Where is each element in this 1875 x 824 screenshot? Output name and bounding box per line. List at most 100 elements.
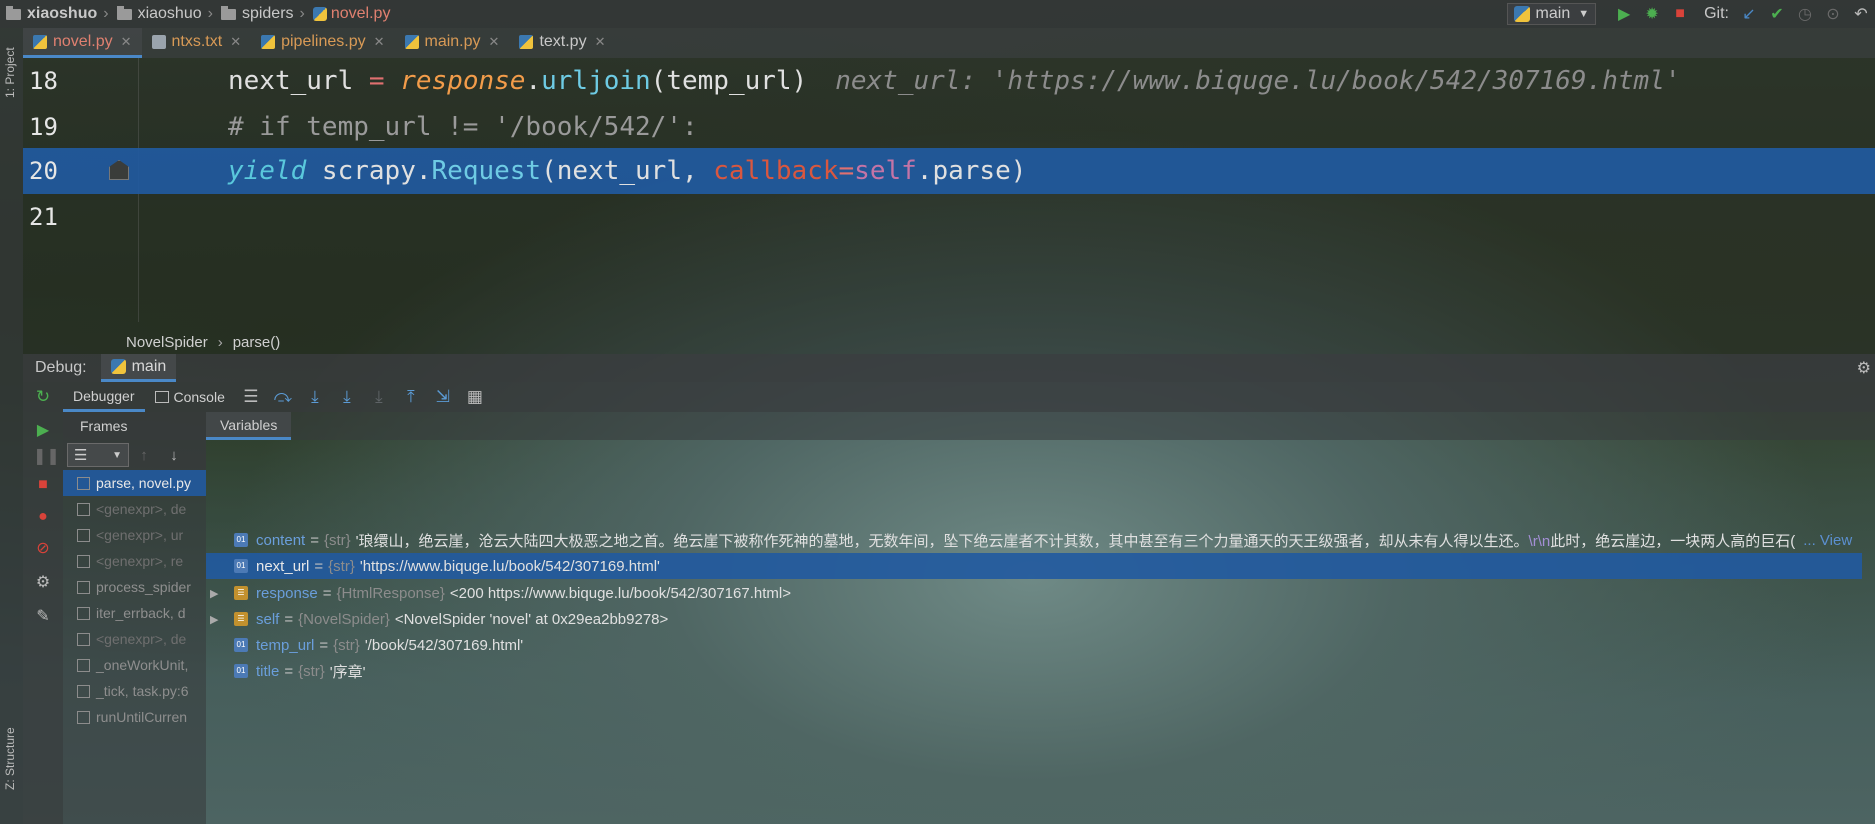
- gear-icon[interactable]: ⚙: [33, 572, 53, 592]
- code-line-19[interactable]: 19 # if temp_url != '/book/542/':: [23, 104, 1875, 150]
- close-icon[interactable]: ✕: [121, 34, 132, 50]
- line-number: 18: [29, 67, 58, 95]
- variables-header: Variables: [206, 412, 1875, 440]
- thread-selector[interactable]: ☰ ▼: [67, 443, 129, 467]
- breadcrumb-subfolder[interactable]: spiders: [215, 5, 298, 23]
- python-file-icon: [261, 34, 276, 49]
- tab-variables[interactable]: Variables: [206, 412, 292, 440]
- structure-method[interactable]: parse(): [233, 334, 281, 351]
- tab-main-py[interactable]: main.py ✕: [395, 28, 510, 58]
- git-compare-icon[interactable]: ⊙: [1819, 4, 1847, 24]
- gear-icon[interactable]: ⚙: [1857, 358, 1871, 378]
- structure-class[interactable]: NovelSpider: [126, 334, 208, 351]
- force-step-into-icon[interactable]: ⤓: [363, 387, 395, 407]
- code-editor[interactable]: 18 next_url = response.urljoin(temp_url)…: [23, 58, 1875, 354]
- structure-tool-window-button[interactable]: Z: Structure: [3, 727, 17, 790]
- chevron-down-icon: ▼: [1578, 8, 1590, 20]
- breadcrumb-file[interactable]: novel.py: [307, 5, 395, 23]
- mute-breakpoints-icon[interactable]: ⊘: [33, 538, 53, 558]
- toolbar-right: main ▼ ▶ ✹ ■ Git: ↙ ✔ ◷ ⊙ ↶: [1506, 0, 1875, 28]
- frame-item[interactable]: <genexpr>, de: [63, 496, 206, 522]
- variable-row[interactable]: 01 content = {str} '琅缳山，绝云崖，沧云大陆四大极恶之地之首…: [206, 527, 1862, 553]
- frame-item[interactable]: iter_errback, d: [63, 600, 206, 626]
- debugger-toolbar: ↻ Debugger Console ☰ ⤼ ⤓ ⤓ ⤓ ⤒ ⇲ ▦: [23, 382, 1875, 412]
- rerun-icon[interactable]: ↻: [23, 387, 63, 407]
- frame-icon: [77, 658, 90, 672]
- frame-item[interactable]: process_spider: [63, 574, 206, 600]
- python-file-icon: [404, 34, 419, 49]
- python-file-icon: [33, 34, 47, 49]
- git-rollback-icon[interactable]: ↶: [1847, 4, 1875, 24]
- close-icon[interactable]: ✕: [489, 34, 500, 50]
- close-icon[interactable]: ✕: [230, 34, 241, 50]
- resume-icon[interactable]: ▶: [33, 420, 53, 440]
- step-into-my-code-icon[interactable]: ⤓: [331, 387, 363, 407]
- git-update-icon[interactable]: ↙: [1735, 4, 1763, 24]
- frame-icon: [77, 554, 90, 568]
- string-type-icon: 01: [234, 664, 248, 678]
- stop-icon[interactable]: ■: [1666, 5, 1694, 23]
- frame-icon: [77, 580, 90, 594]
- step-into-icon[interactable]: ⤓: [299, 387, 331, 407]
- string-type-icon: 01: [234, 559, 248, 573]
- debug-tool-window-header: Debug: main ⚙: [23, 354, 1875, 382]
- variable-row-selected[interactable]: 01 next_url = {str} 'https://www.biquge.…: [206, 553, 1862, 579]
- tab-novel-py[interactable]: novel.py ✕: [23, 28, 142, 58]
- variable-row[interactable]: ▶ ☰ response = {HtmlResponse} <200 https…: [206, 580, 1862, 606]
- step-out-icon[interactable]: ⤒: [395, 387, 427, 407]
- python-icon: [110, 359, 126, 374]
- evaluate-expression-icon[interactable]: ▦: [459, 387, 491, 407]
- stop-icon[interactable]: ■: [33, 476, 53, 494]
- code-comment: # if temp_url != '/book/542/':: [228, 112, 698, 142]
- python-file-icon: [519, 34, 534, 49]
- python-file-icon: [312, 7, 327, 21]
- frame-item[interactable]: parse, novel.py: [63, 470, 206, 496]
- run-to-cursor-icon[interactable]: ⇲: [427, 387, 459, 407]
- code-line-21[interactable]: 21: [23, 194, 1875, 240]
- arrow-down-icon[interactable]: ↓: [159, 447, 189, 464]
- arrow-up-icon[interactable]: ↑: [129, 447, 159, 464]
- frame-icon: [77, 528, 90, 542]
- variable-row[interactable]: 01 temp_url = {str} '/book/542/307169.ht…: [206, 632, 1862, 658]
- code-line-18[interactable]: 18 next_url = response.urljoin(temp_url)…: [23, 58, 1875, 104]
- view-breakpoints-icon[interactable]: ●: [33, 508, 53, 526]
- tab-text-py[interactable]: text.py ✕: [509, 28, 615, 58]
- frame-item[interactable]: <genexpr>, ur: [63, 522, 206, 548]
- code-line-20-execution-point[interactable]: 20 yield scrapy.Request(next_url, callba…: [23, 148, 1875, 194]
- project-tool-window-button[interactable]: 1: Project: [3, 47, 17, 98]
- tab-console[interactable]: Console: [145, 382, 235, 412]
- frame-item[interactable]: _oneWorkUnit,: [63, 652, 206, 678]
- run-icon[interactable]: ▶: [1610, 4, 1638, 24]
- frame-item[interactable]: _tick, task.py:6: [63, 678, 206, 704]
- folder-icon: [6, 5, 21, 20]
- frame-item[interactable]: <genexpr>, de: [63, 626, 206, 652]
- close-icon[interactable]: ✕: [595, 34, 606, 50]
- debug-icon[interactable]: ✹: [1638, 4, 1666, 24]
- frame-icon: [77, 710, 90, 724]
- pin-icon[interactable]: ✎: [33, 606, 53, 626]
- frame-item[interactable]: <genexpr>, re: [63, 548, 206, 574]
- variable-row[interactable]: ▶ ☰ self = {NovelSpider} <NovelSpider 'n…: [206, 606, 1862, 632]
- view-link[interactable]: ... View: [1803, 532, 1852, 549]
- frame-item[interactable]: runUntilCurren: [63, 704, 206, 730]
- expand-arrow-icon[interactable]: ▶: [210, 613, 224, 626]
- breadcrumb-folder[interactable]: xiaoshuo: [111, 5, 206, 23]
- breadcrumb-project[interactable]: xiaoshuo: [0, 5, 101, 23]
- debug-session-tab[interactable]: main: [100, 354, 177, 382]
- menu-icon[interactable]: ☰: [235, 387, 267, 407]
- pause-icon[interactable]: ❚❚: [33, 446, 60, 466]
- close-icon[interactable]: ✕: [374, 34, 385, 50]
- git-commit-icon[interactable]: ✔: [1763, 4, 1791, 24]
- variable-row[interactable]: 01 title = {str} '序章': [206, 658, 1862, 684]
- execution-point-icon: [109, 160, 129, 180]
- run-configuration-selector[interactable]: main ▼: [1506, 3, 1597, 25]
- frame-icon: [77, 684, 90, 698]
- list-icon: ☰: [74, 447, 88, 464]
- expand-arrow-icon[interactable]: ▶: [210, 587, 224, 600]
- tab-debugger[interactable]: Debugger: [63, 382, 145, 412]
- tab-pipelines-py[interactable]: pipelines.py ✕: [251, 28, 394, 58]
- git-history-icon[interactable]: ◷: [1791, 4, 1819, 24]
- step-over-icon[interactable]: ⤼: [267, 387, 299, 407]
- tab-ntxs-txt[interactable]: ntxs.txt ✕: [142, 28, 252, 58]
- code-text: next_url = response.urljoin(temp_url) nex…: [228, 66, 1681, 96]
